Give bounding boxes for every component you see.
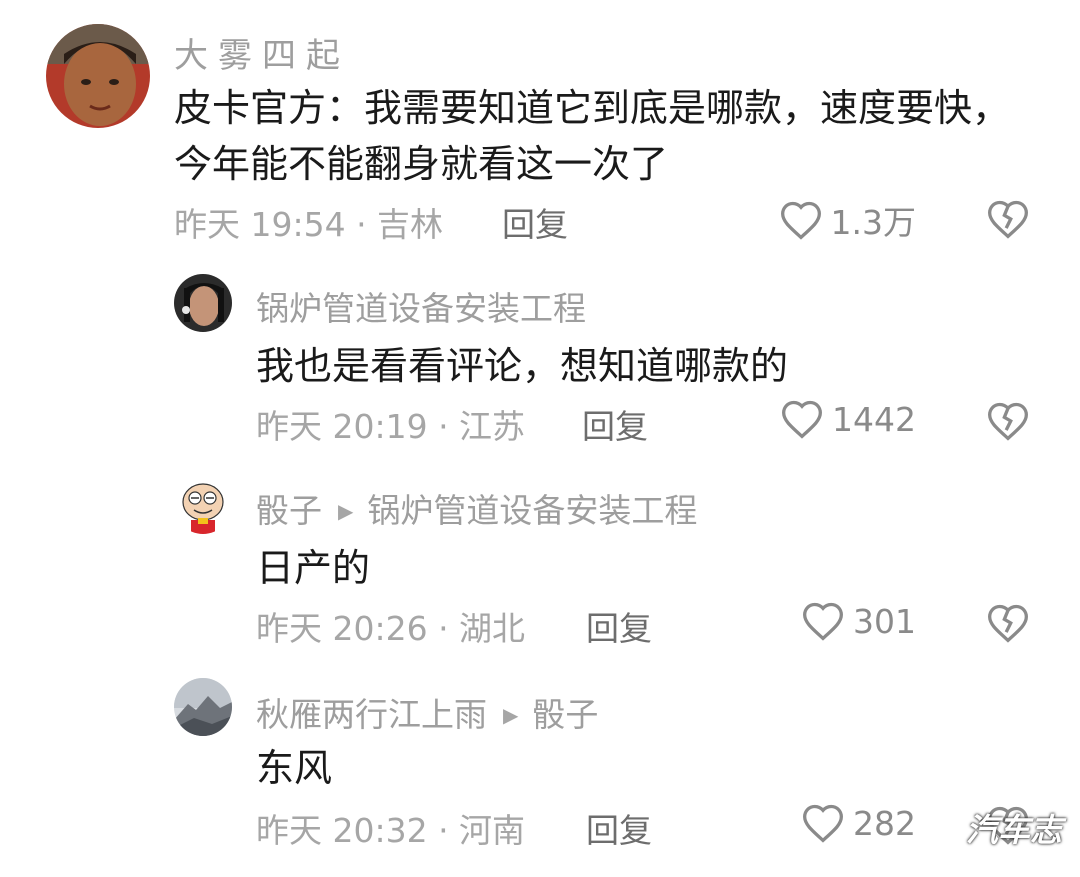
commenter-name[interactable]: 骰子 [256, 491, 322, 530]
heart-outline-icon [803, 804, 843, 843]
reply-button[interactable]: 回复 [586, 602, 652, 650]
comment-meta: 昨天 20:32 · 河南 [256, 811, 526, 850]
triangle-right-icon: ▶ [338, 499, 354, 523]
reply-target-name[interactable]: 骰子 [532, 695, 598, 734]
comment-meta: 昨天 19:54 · 吉林 [174, 205, 444, 244]
heart-outline-icon [803, 602, 843, 641]
comment-text: 东风 [256, 746, 333, 790]
dislike-button[interactable] [986, 602, 1030, 648]
comment-username[interactable]: 骰子 ▶ 锅炉管道设备安装工程 [256, 484, 697, 532]
reply-button[interactable]: 回复 [582, 400, 648, 448]
triangle-right-icon: ▶ [503, 703, 519, 727]
dislike-button[interactable] [986, 400, 1030, 446]
comment-text: 日产的 [256, 546, 371, 590]
avatar[interactable] [174, 678, 232, 736]
avatar[interactable] [174, 476, 232, 534]
comment-meta: 昨天 20:19 · 江苏 [256, 407, 526, 446]
heart-outline-icon [782, 400, 822, 439]
watermark: 汽车志 [965, 811, 1062, 849]
like-count: 1.3万 [830, 203, 916, 242]
comment-text: 皮卡官方：我需要知道它到底是哪款，速度要快，今年能不能翻身就看这一次了 [174, 86, 1011, 186]
broken-heart-icon [988, 200, 1028, 239]
broken-heart-icon [988, 402, 1028, 441]
commenter-name[interactable]: 秋雁两行江上雨 [256, 695, 487, 734]
reply-button[interactable]: 回复 [502, 198, 568, 246]
dislike-button[interactable] [986, 198, 1030, 244]
comment-meta: 昨天 20:26 · 湖北 [256, 609, 526, 648]
heart-outline-icon [780, 201, 821, 240]
like-count: 282 [853, 803, 916, 843]
avatar[interactable] [46, 24, 150, 128]
comment-text: 我也是看看评论，想知道哪款的 [256, 344, 789, 388]
like-count: 1442 [832, 399, 916, 439]
avatar[interactable] [174, 274, 232, 332]
comment-username[interactable]: 大雾四起 [174, 28, 350, 77]
broken-heart-icon [988, 604, 1028, 643]
reply-target-name[interactable]: 锅炉管道设备安装工程 [367, 491, 697, 530]
like-button[interactable]: 1442 [780, 398, 916, 440]
comment-username[interactable]: 锅炉管道设备安装工程 [256, 282, 586, 330]
like-button[interactable]: 301 [801, 600, 916, 642]
like-button[interactable]: 1.3万 [779, 196, 916, 244]
like-button[interactable]: 282 [801, 802, 916, 844]
like-count: 301 [853, 601, 916, 641]
reply-button[interactable]: 回复 [586, 804, 652, 852]
comment-username[interactable]: 秋雁两行江上雨 ▶ 骰子 [256, 688, 598, 736]
